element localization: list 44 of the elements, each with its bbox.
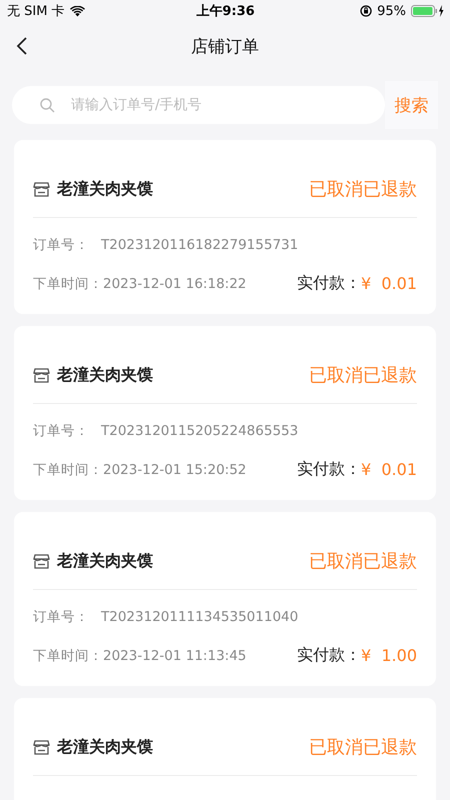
rotation-lock-icon bbox=[360, 5, 372, 17]
order-number-label: 订单号： bbox=[33, 608, 90, 626]
shop-icon bbox=[33, 740, 50, 754]
carrier-label: 无 SIM 卡 bbox=[7, 3, 65, 20]
shop-name: 老潼关肉夹馍 bbox=[57, 736, 154, 758]
order-time-label: 下单时间： bbox=[33, 646, 103, 664]
clock-time: 上午9:36 bbox=[196, 3, 255, 20]
paid-amount: ¥ 0.01 bbox=[361, 460, 417, 479]
order-number-label: 订单号： bbox=[33, 236, 90, 254]
battery-percent: 95% bbox=[377, 4, 406, 18]
battery-charging-icon bbox=[411, 5, 444, 17]
shop-icon bbox=[33, 554, 50, 568]
order-card[interactable]: 老潼关肉夹馍 已取消已退款 订单号： T2023120115205224865553 下单时间：2023-12-01 15:20:52 实付款：¥ 0.01 bbox=[14, 326, 436, 500]
order-number: T2023120116182279155731 bbox=[101, 237, 298, 253]
shop-icon bbox=[33, 182, 50, 196]
order-card[interactable]: 老潼关肉夹馍 已取消已退款 bbox=[14, 698, 436, 800]
order-number: T2023120111134535011040 bbox=[101, 609, 298, 625]
order-number-label: 订单号： bbox=[33, 422, 90, 440]
order-status: 已取消已退款 bbox=[309, 736, 417, 759]
order-card[interactable]: 老潼关肉夹馍 已取消已退款 订单号： T2023120116182279155731 下单时间：2023-12-01 16:18:22 实付款：¥ 0.01 bbox=[14, 140, 436, 314]
order-number: T2023120115205224865553 bbox=[101, 423, 298, 439]
back-icon[interactable] bbox=[16, 36, 28, 56]
page-title: 店铺订单 bbox=[191, 36, 259, 58]
shop-name: 老潼关肉夹馍 bbox=[57, 550, 154, 572]
order-time-label: 下单时间： bbox=[33, 460, 103, 478]
order-time: 2023-12-01 11:13:45 bbox=[103, 648, 248, 664]
paid-label: 实付款： bbox=[297, 459, 362, 480]
order-time: 2023-12-01 16:18:22 bbox=[103, 276, 248, 292]
search-icon bbox=[40, 98, 55, 113]
order-status: 已取消已退款 bbox=[309, 550, 417, 573]
paid-label: 实付款： bbox=[297, 273, 362, 294]
shop-name: 老潼关肉夹馍 bbox=[57, 178, 154, 200]
order-time-label: 下单时间： bbox=[33, 274, 103, 292]
order-card[interactable]: 老潼关肉夹馍 已取消已退款 订单号： T2023120111134535011040 下单时间：2023-12-01 11:13:45 实付款：¥ 1.00 bbox=[14, 512, 436, 686]
wifi-icon bbox=[70, 6, 85, 16]
paid-amount: ¥ 1.00 bbox=[361, 646, 417, 665]
paid-label: 实付款： bbox=[297, 645, 362, 666]
shop-name: 老潼关肉夹馍 bbox=[57, 364, 154, 386]
order-status: 已取消已退款 bbox=[309, 364, 417, 387]
order-status: 已取消已退款 bbox=[309, 178, 417, 201]
shop-icon bbox=[33, 368, 50, 382]
search-field[interactable]: 请输入订单号/手机号 bbox=[12, 86, 385, 124]
paid-amount: ¥ 0.01 bbox=[361, 274, 417, 293]
order-time: 2023-12-01 15:20:52 bbox=[103, 462, 248, 478]
